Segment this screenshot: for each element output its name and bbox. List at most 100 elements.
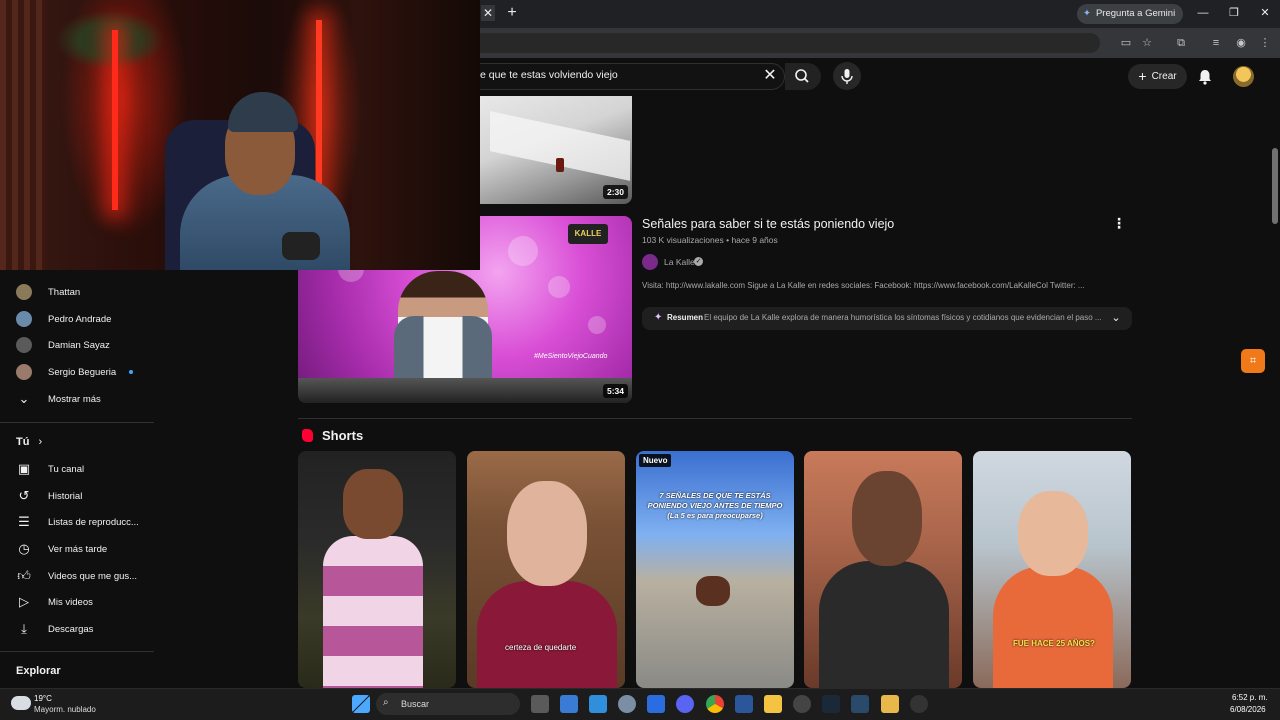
search-icon (795, 69, 809, 83)
subscription-label: Sergio Begueria (48, 367, 117, 378)
webcam-scene (112, 30, 118, 210)
short-card[interactable]: 7 SEÑALES DE QUE TE ESTÁS PONIENDO VIEJO… (636, 451, 794, 688)
sidebar-item-watch-later[interactable]: ◷ Ver más tarde (0, 536, 154, 562)
task-view-icon[interactable] (531, 695, 549, 713)
word-icon[interactable] (735, 695, 753, 713)
clock-time[interactable]: 6:52 p. m. (1232, 693, 1268, 702)
search-input[interactable]: e que te estas volviendo viejo (480, 69, 618, 81)
thumbnail-scene (343, 469, 403, 539)
search-button[interactable] (785, 63, 821, 90)
steam-icon[interactable] (822, 695, 840, 713)
start-icon[interactable] (352, 695, 370, 713)
screenshot-extension-icon[interactable]: ⌗ (1241, 349, 1265, 373)
new-tab-button[interactable]: + (504, 4, 520, 22)
app-icon[interactable] (793, 695, 811, 713)
sidebar-subscription-sergio-begueria[interactable]: Sergio Begueria (0, 359, 154, 385)
discord-icon[interactable] (676, 695, 694, 713)
thumbnail-scene (1018, 491, 1088, 576)
sidebar-subscription-thattan[interactable]: Thattan (0, 279, 154, 305)
show-more-button[interactable]: ⌄ Mostrar más (0, 386, 154, 412)
short-card[interactable] (804, 451, 962, 688)
you-section-title[interactable]: Tú › (16, 436, 42, 448)
chrome-icon[interactable] (706, 695, 724, 713)
window-close-button[interactable]: ✕ (1257, 5, 1273, 21)
thumbnail-scene (588, 316, 606, 334)
file-explorer-icon[interactable] (764, 695, 782, 713)
sidebar-item-your-channel[interactable]: ▣ Tu canal (0, 456, 154, 482)
cloud-icon[interactable] (11, 696, 31, 710)
channel-name[interactable]: La Kalle (664, 257, 695, 267)
media-controls-icon[interactable]: ≡ (1208, 35, 1224, 51)
channel-avatar[interactable] (642, 254, 658, 270)
channel-icon: ▣ (17, 461, 31, 476)
create-label: Crear (1151, 71, 1177, 82)
short-caption: FUE HACE 25 AÑOS? (1013, 639, 1095, 648)
browser-menu-icon[interactable]: ⋮ (1257, 35, 1273, 51)
video-title[interactable]: Señales para saber si te estás poniendo … (642, 217, 894, 231)
thumbnail-scene (556, 158, 564, 172)
video-thumbnail[interactable]: 2:30 (480, 96, 632, 204)
app-icon[interactable] (851, 695, 869, 713)
bookmark-star-icon[interactable]: ☆ (1139, 35, 1155, 51)
summary-text: El equipo de La Kalle explora de manera … (704, 313, 1102, 322)
ask-gemini-label: Pregunta a Gemini (1095, 8, 1176, 19)
tab-close-button[interactable]: ✕ (481, 5, 495, 21)
summary-label: Resumen (667, 313, 704, 322)
more-actions-icon[interactable]: ⋮ (1112, 215, 1126, 231)
create-button[interactable]: + Crear (1128, 64, 1187, 89)
chevron-down-icon[interactable]: ⌄ (1109, 311, 1123, 325)
security-icon[interactable] (647, 695, 665, 713)
sidebar-item-downloads[interactable]: ⤓ Descargas (0, 616, 154, 642)
webcam-overlay (0, 0, 480, 270)
clock-date[interactable]: 6/08/2026 (1230, 705, 1266, 714)
voice-search-button[interactable] (833, 62, 861, 90)
settings-icon[interactable] (618, 695, 636, 713)
short-caption: certeza de quedarte (505, 643, 577, 652)
webcam-scene (0, 0, 45, 270)
short-card[interactable]: certeza de quedarte (467, 451, 625, 688)
extensions-icon[interactable]: ⧉ (1173, 35, 1189, 51)
sidebar-item-playlists[interactable]: ☰ Listas de reproducc... (0, 509, 154, 535)
explore-section-title: Explorar (16, 665, 61, 677)
bell-icon (1199, 70, 1211, 85)
store-icon[interactable] (560, 695, 578, 713)
window-minimize-button[interactable]: — (1195, 5, 1211, 21)
ask-gemini-button[interactable]: ✦ Pregunta a Gemini (1077, 4, 1184, 24)
sidebar-item-history[interactable]: ↺ Historial (0, 483, 154, 509)
microphone-icon (841, 69, 853, 84)
thumbnail-scene (819, 561, 949, 688)
profile-icon[interactable]: ◉ (1233, 35, 1249, 51)
shorts-icon (302, 429, 313, 442)
sidebar-divider (0, 651, 154, 652)
app-icon[interactable] (589, 695, 607, 713)
weather-temperature[interactable]: 19°C (34, 694, 52, 703)
nav-label: Descargas (48, 624, 94, 635)
nav-label: Listas de reproducc... (48, 517, 139, 528)
notepad-icon[interactable] (881, 695, 899, 713)
search-icon: ⌕ (383, 697, 389, 708)
address-bar[interactable] (480, 33, 1100, 53)
sidebar-subscription-pedro-andrade[interactable]: Pedro Andrade (0, 306, 154, 332)
video-description: Visita: http://www.lakalle.com Sigue a L… (642, 281, 1085, 290)
short-card[interactable]: FUE HACE 25 AÑOS? (973, 451, 1131, 688)
clock-icon: ◷ (18, 541, 30, 556)
thumbnail-scene (696, 576, 730, 606)
window-restore-button[interactable]: ❐ (1226, 5, 1242, 21)
chevron-down-icon: ⌄ (18, 391, 30, 406)
thumbnail-scene (507, 481, 587, 586)
taskbar-search[interactable] (376, 693, 520, 715)
nav-label: Tu canal (48, 464, 85, 475)
clear-search-icon[interactable]: ✕ (762, 68, 778, 84)
sidebar-item-liked-videos[interactable]: 👍︎ Videos que me gus... (0, 563, 154, 589)
sidebar-subscription-damian-sayaz[interactable]: Damian Sayaz (0, 332, 154, 358)
history-icon: ↺ (18, 488, 30, 503)
account-avatar[interactable] (1233, 66, 1254, 87)
weather-description[interactable]: Mayorm. nublado (34, 705, 96, 714)
cast-icon[interactable]: ▭ (1118, 35, 1134, 51)
sidebar-item-my-videos[interactable]: ▷ Mis videos (0, 589, 154, 615)
media-player-icon[interactable] (910, 695, 928, 713)
nav-label: Ver más tarde (48, 544, 108, 555)
short-card[interactable] (298, 451, 456, 688)
scrollbar-thumb[interactable] (1272, 148, 1278, 224)
notifications-button[interactable] (1196, 68, 1214, 86)
